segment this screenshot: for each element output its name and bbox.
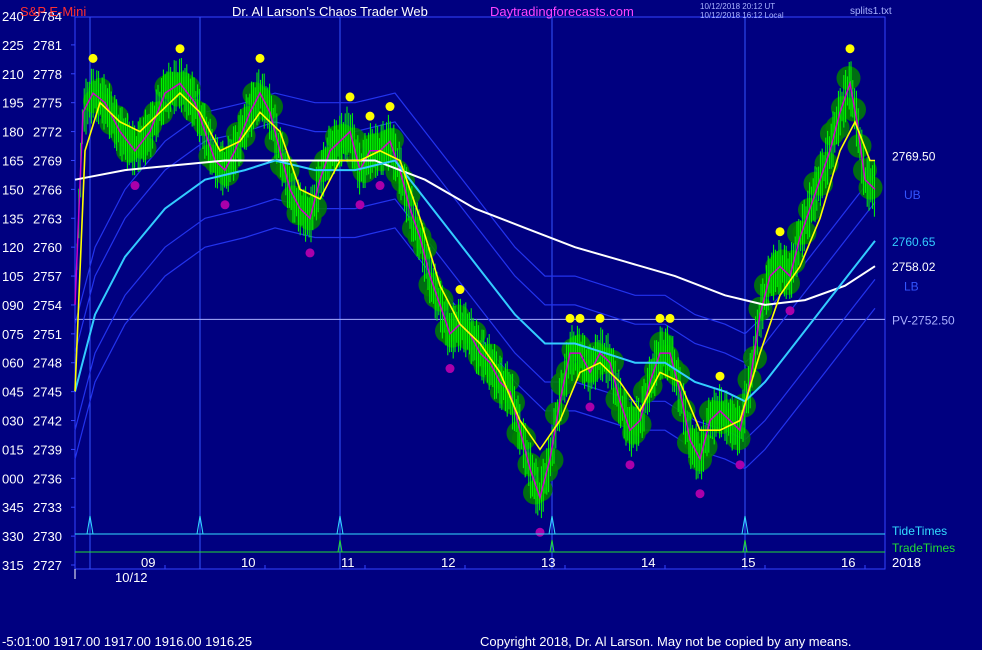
y-tick-label: 2763 <box>33 211 62 226</box>
price-close-line <box>74 80 876 501</box>
degree-tick-label: 030 <box>2 414 24 429</box>
degree-tick-label: 180 <box>2 125 24 140</box>
y-tick-label: 2772 <box>33 125 62 140</box>
y-tick-label: 2739 <box>33 442 62 457</box>
swing-low-dot <box>130 181 140 191</box>
x-tick-label: 13 <box>541 555 555 570</box>
x-tick-label: 12 <box>441 555 455 570</box>
y-tick-label: 2769 <box>33 153 62 168</box>
timing-lines: TideTimes TradeTimes2018 <box>75 515 955 570</box>
y-tick-label: 2742 <box>33 414 62 429</box>
degree-tick-label: 330 <box>2 529 24 544</box>
degree-tick-label: 000 <box>2 471 24 486</box>
degree-tick-label: 345 <box>2 500 24 515</box>
swing-high-dot <box>575 313 585 323</box>
site-title: Dr. Al Larson's Chaos Trader Web <box>232 4 428 19</box>
degree-tick-label: 165 <box>2 153 24 168</box>
x-tick-label: 14 <box>641 555 655 570</box>
cursor-readout: -5:01:00 1917.00 1917.00 1916.00 1916.25 <box>2 634 253 649</box>
y-tick-label: 2781 <box>33 38 62 53</box>
copyright: Copyright 2018, Dr. Al Larson. May not b… <box>480 634 852 649</box>
local-timestamp: 10/12/2018 16:12 Local <box>700 11 784 20</box>
swing-low-dot <box>445 364 455 374</box>
y-tick-label: 2727 <box>33 558 62 573</box>
swing-high-dot <box>455 285 465 295</box>
degree-tick-label: 075 <box>2 327 24 342</box>
swing-high-dot <box>565 313 575 323</box>
price-chart: TideTimesTradeTimes2018 2784240278122527… <box>2 9 955 585</box>
y-tick-label: 2766 <box>33 182 62 197</box>
swing-low-dot <box>535 527 545 537</box>
price-label: 2758.02 <box>892 260 936 274</box>
swing-high-dot <box>775 227 785 237</box>
degree-tick-label: 045 <box>2 385 24 400</box>
y-tick-label: 2730 <box>33 529 62 544</box>
swing-high-dot <box>365 111 375 121</box>
swing-high-dot <box>255 53 265 63</box>
swing-high-dot <box>595 313 605 323</box>
swing-high-dot <box>385 102 395 112</box>
degree-tick-label: 315 <box>2 558 24 573</box>
swing-low-dot <box>375 181 385 191</box>
x-axis: 09 10 11 12 13 14 15 16 10/12 <box>74 555 866 585</box>
x-tick-label: 10 <box>241 555 255 570</box>
y-tick-label: 2754 <box>33 298 62 313</box>
y-tick-label: 2778 <box>33 67 62 82</box>
swing-low-dot <box>305 248 315 258</box>
date-label: 10/12 <box>115 570 148 585</box>
price-label: PV-2752.50 <box>892 313 955 327</box>
price-label: UB <box>904 188 921 202</box>
swing-high-dot <box>88 53 98 63</box>
degree-tick-label: 225 <box>2 38 24 53</box>
trade-label: TradeTimes <box>892 541 955 555</box>
swing-low-dot <box>355 200 365 210</box>
y-tick-label: 2736 <box>33 471 62 486</box>
degree-tick-label: 090 <box>2 298 24 313</box>
swing-low-dot <box>220 200 230 210</box>
site-link[interactable]: Daytradingforecasts.com <box>490 4 634 19</box>
degree-tick-label: 150 <box>2 182 24 197</box>
price-label: 2760.65 <box>892 235 936 249</box>
y-tick-label: 2751 <box>33 327 62 342</box>
degree-tick-label: 015 <box>2 442 24 457</box>
degree-tick-label: 195 <box>2 96 24 111</box>
year-label: 2018 <box>892 555 921 570</box>
y-tick-label: 2733 <box>33 500 62 515</box>
file-label: splits1.txt <box>850 6 892 17</box>
swing-high-dot <box>345 92 355 102</box>
x-tick-label: 09 <box>141 555 155 570</box>
instrument-title: S&P E-Mini <box>20 4 87 19</box>
swing-high-dot <box>655 313 665 323</box>
y-tick-label: 2757 <box>33 269 62 284</box>
swing-high-dot <box>845 44 855 54</box>
degree-tick-label: 105 <box>2 269 24 284</box>
swing-high-dot <box>665 313 675 323</box>
swing-low-dot <box>585 402 595 412</box>
moving-averages <box>74 91 876 451</box>
swing-low-dot <box>735 460 745 470</box>
degree-tick-label: 135 <box>2 211 24 226</box>
fast-average-line <box>74 91 875 451</box>
swing-low-dot <box>625 460 635 470</box>
y-tick-label: 2748 <box>33 356 62 371</box>
y-tick-label: 2760 <box>33 240 62 255</box>
x-tick-label: 11 <box>341 555 355 570</box>
swing-low-dot <box>785 306 795 316</box>
degree-tick-label: 210 <box>2 67 24 82</box>
swing-high-dot <box>715 371 725 381</box>
swing-low-dot <box>695 489 705 499</box>
degree-tick-label: 060 <box>2 356 24 371</box>
tide-label: TideTimes <box>892 524 947 538</box>
price-label: 2769.50 <box>892 150 936 164</box>
right-labels: 2769.50 UB 2760.65 2758.02 LB PV-2752.50 <box>892 150 955 328</box>
y-axis: 2784240278122527782102775195277218027691… <box>2 9 75 573</box>
swing-high-dot <box>175 44 185 54</box>
ut-timestamp: 10/12/2018 20:12 UT <box>700 2 776 11</box>
x-tick-label: 15 <box>741 555 755 570</box>
degree-tick-label: 120 <box>2 240 24 255</box>
y-tick-label: 2775 <box>33 96 62 111</box>
x-tick-label: 16 <box>841 555 855 570</box>
y-tick-label: 2745 <box>33 385 62 400</box>
price-label: LB <box>904 280 919 294</box>
